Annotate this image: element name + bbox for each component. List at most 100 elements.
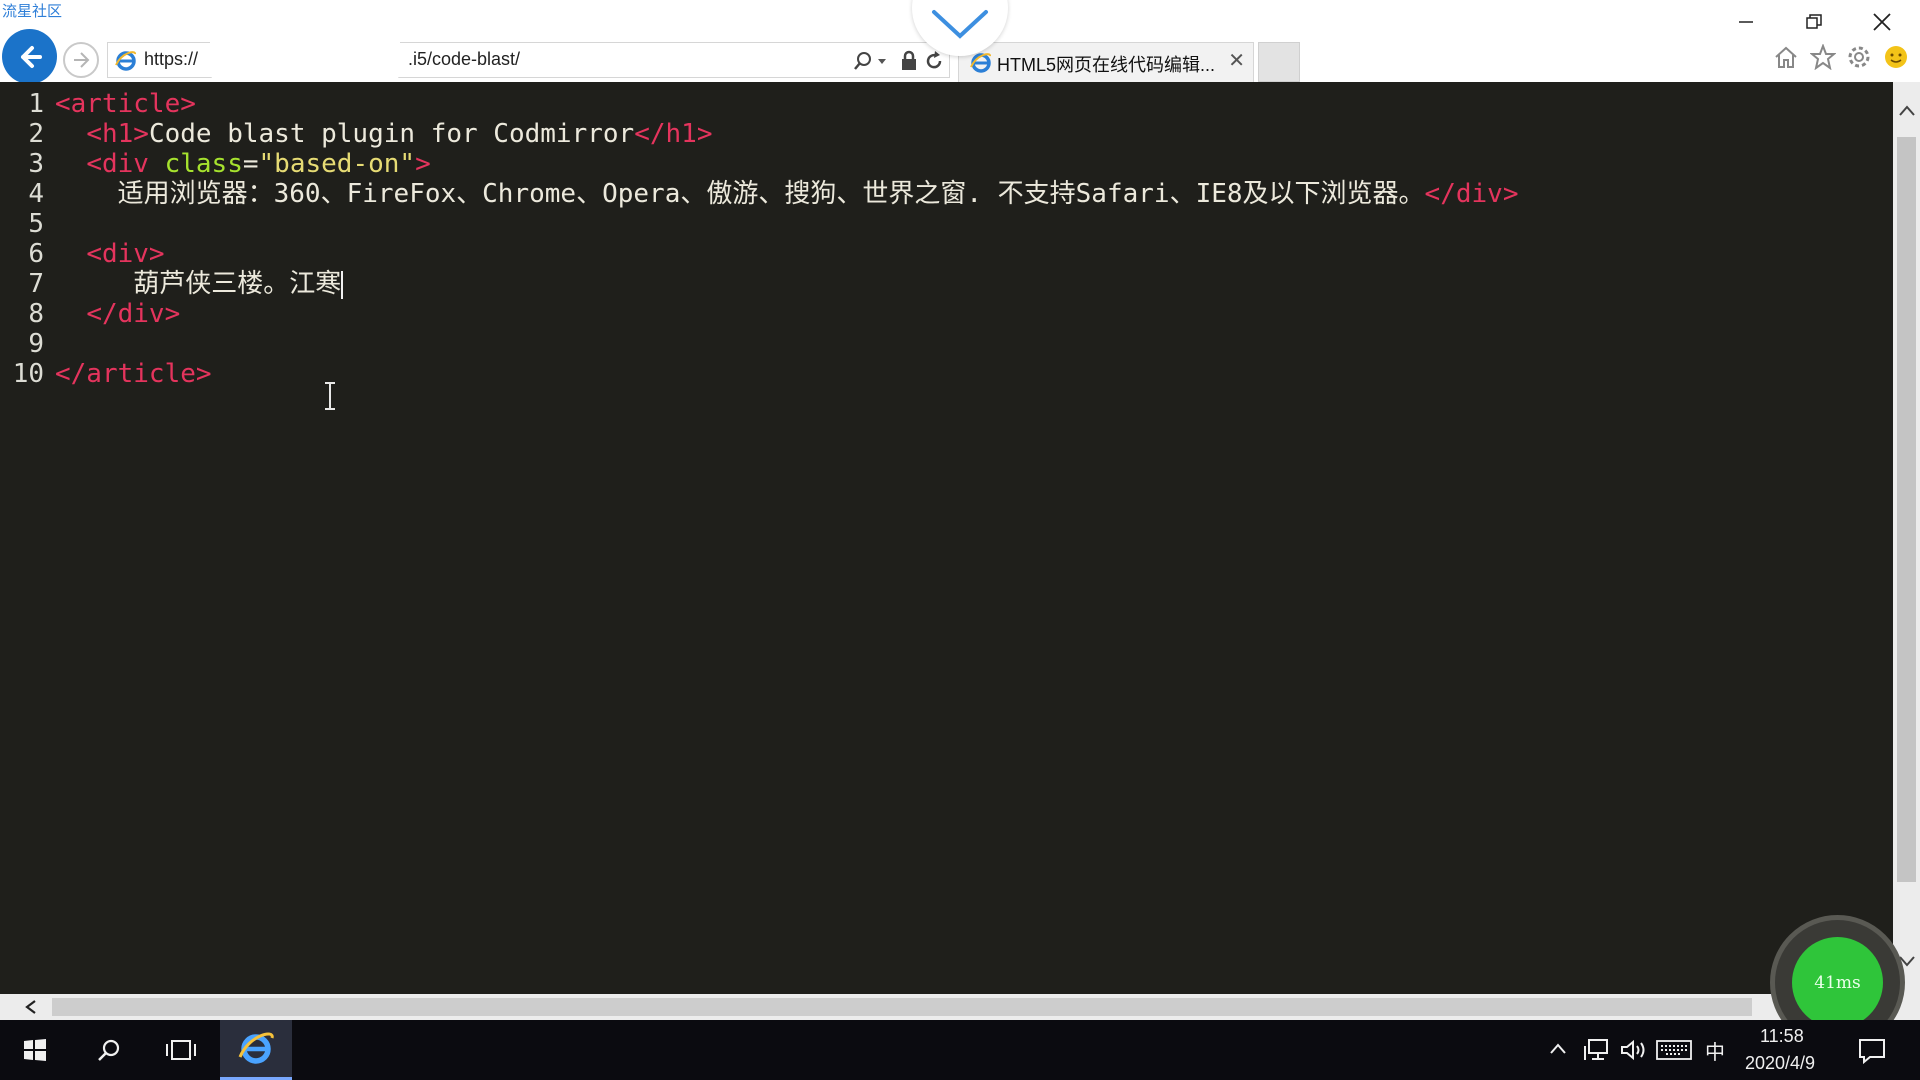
scroll-left-icon[interactable] [24,999,38,1015]
minimize-icon [1739,21,1753,23]
forward-button[interactable] [63,42,99,78]
code-line[interactable]: 7 葫芦侠三楼。江寒 [0,269,344,299]
restore-icon [1806,14,1822,29]
vertical-scrollbar[interactable] [1893,82,1920,994]
line-number: 5 [28,209,44,239]
task-view-button[interactable] [148,1020,214,1080]
line-number: 2 [28,119,44,149]
network-speed-indicator[interactable]: 41ms [1792,937,1883,1028]
code-line[interactable]: 5 [0,209,44,239]
code-token: 葫芦侠三楼。江寒 [133,269,342,299]
tab-html5-editor[interactable]: HTML5网页在线代码编辑... ✕ [958,42,1254,82]
home-icon[interactable] [1773,44,1799,70]
code-token: "based-on" [258,149,416,179]
code-line[interactable]: 1 <article> [0,89,196,119]
code-token: </article> [55,359,212,389]
line-number: 6 [28,239,44,269]
back-button[interactable] [2,29,57,84]
line-content: 适用浏览器：360、FireFox、Chrome、Opera、傲游、搜狗、世界之… [55,179,1519,209]
back-arrow-icon [20,45,42,68]
code-token: <div> [86,239,165,269]
ie-page-icon [115,51,136,71]
line-content: 葫芦侠三楼。江寒 [55,269,344,299]
code-token: </div> [1424,179,1519,209]
taskbar: 中 11:58 2020/4/9 [0,1020,1920,1080]
ie-taskbar-button[interactable] [220,1020,292,1080]
notification-icon[interactable] [1858,1038,1886,1064]
restore-button[interactable] [1784,4,1844,40]
horizontal-scroll-thumb[interactable] [52,998,1752,1016]
line-number: 10 [12,359,44,389]
line-number: 1 [28,89,44,119]
lock-icon[interactable] [900,50,918,72]
search-icon[interactable] [852,50,874,72]
code-token: <div [86,149,165,179]
new-tab-button[interactable] [1258,42,1300,82]
line-content: <div class="based-on"> [55,149,431,179]
favorites-star-icon[interactable] [1810,44,1836,70]
code-token: > [415,149,431,179]
code-token: <article> [55,89,196,119]
code-line[interactable]: 10 </article> [0,359,212,389]
browser-chrome: 流星社区 https:// .i5/code-blast/ HTML5网页在线代… [0,0,1920,96]
clock-time[interactable]: 11:58 [1760,1026,1804,1047]
code-token: </div> [86,299,181,329]
line-content: </div> [55,299,180,329]
line-content: <div> [55,239,165,269]
url-text-suffix: .i5/code-blast/ [408,49,521,69]
tab-title: HTML5网页在线代码编辑... [997,55,1216,75]
code-token: </h1> [634,119,713,149]
horizontal-scrollbar[interactable] [0,994,1920,1020]
line-number: 8 [28,299,44,329]
line-number: 3 [28,149,44,179]
start-button[interactable] [0,1020,70,1080]
code-editor[interactable]: 1 <article> 2 <h1>Code blast plugin for Co… [0,82,1893,994]
refresh-icon[interactable] [924,50,944,72]
close-window-button[interactable] [1852,4,1912,40]
code-line[interactable]: 4 适用浏览器：360、FireFox、Chrome、Opera、傲游、搜狗、世… [0,179,1518,209]
line-content: <article> [55,89,196,119]
volume-icon[interactable] [1620,1038,1648,1062]
chevron-down-icon [932,10,988,39]
forward-arrow-icon [74,52,90,68]
windows-logo-icon [24,1039,46,1061]
close-icon [1873,13,1891,31]
task-view-icon [166,1040,196,1060]
smiley-feedback-icon[interactable] [1883,44,1909,70]
text-cursor-ibeam-icon [325,382,335,410]
text-caret [341,270,344,299]
code-token: class [164,149,243,179]
gear-icon[interactable] [1846,44,1872,70]
line-content: <h1>Code blast plugin for Codmirror</h1> [55,119,712,149]
code-token: Code blast plugin for Codmirror [148,119,635,149]
minimize-button[interactable] [1716,4,1776,40]
line-number: 7 [28,269,44,299]
chevron-down-icon[interactable] [876,50,888,72]
network-icon[interactable] [1584,1038,1610,1062]
search-icon [98,1039,120,1061]
vertical-scroll-thumb[interactable] [1897,137,1916,882]
ime-indicator[interactable]: 中 [1705,1036,1725,1065]
keyboard-icon[interactable] [1656,1040,1692,1060]
code-line[interactable]: 3 <div class="based-on"> [0,149,430,179]
tab-close-icon[interactable]: ✕ [1228,48,1245,72]
url-text-prefix: https:// [144,49,199,69]
speed-label: 41ms [1814,972,1861,993]
watermark-text: 流星社区 [2,2,63,20]
code-token: <h1> [86,119,149,149]
scroll-up-icon[interactable] [1898,104,1916,118]
code-token: 适用浏览器：360、FireFox、Chrome、Opera、傲游、搜狗、世界之… [117,179,1425,209]
code-line[interactable]: 8 </div> [0,299,180,329]
code-line[interactable]: 2 <h1>Code blast plugin for Codmirror</h… [0,119,712,149]
clock-date[interactable]: 2020/4/9 [1745,1053,1815,1074]
code-token: = [242,149,259,179]
internet-explorer-icon [238,1032,274,1064]
line-content: </article> [55,359,212,389]
line-number: 4 [28,179,44,209]
code-line[interactable]: 9 [0,329,44,359]
ie-tab-icon [970,53,991,73]
line-number: 9 [28,329,44,359]
search-button[interactable] [76,1020,142,1080]
chevron-up-icon[interactable] [1548,1042,1568,1056]
code-line[interactable]: 6 <div> [0,239,164,269]
